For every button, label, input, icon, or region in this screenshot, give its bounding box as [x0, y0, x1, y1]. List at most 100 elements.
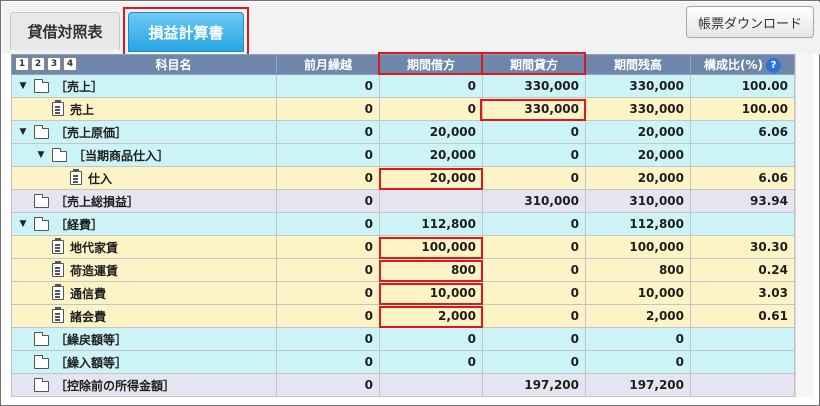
- debit-cell: 100,000: [379, 235, 483, 259]
- account-name: ▼売上: [18, 99, 270, 120]
- carryover-cell: 0: [276, 350, 380, 374]
- credit-cell: 0: [482, 143, 586, 167]
- column-header-ratio: 構成比(%)?: [690, 54, 795, 75]
- level-1-button[interactable]: 1: [15, 57, 29, 71]
- account-label: 通信費: [70, 286, 107, 301]
- carryover-cell: 0: [276, 74, 380, 98]
- account-name-cell[interactable]: ▼［繰入額等］: [11, 350, 277, 374]
- account-label: ［繰入額等］: [55, 355, 128, 370]
- table-row[interactable]: ▼仕入020,000020,0006.06: [11, 166, 795, 190]
- debit-cell: 10,000: [379, 281, 483, 305]
- document-icon: [52, 261, 64, 277]
- balance-cell: 330,000: [585, 97, 691, 121]
- account-name: ▼諸会費: [18, 306, 270, 327]
- carryover-cell: 0: [276, 120, 380, 144]
- ratio-cell: 0.61: [690, 304, 795, 328]
- account-name-cell[interactable]: ▼［売上総損益］: [11, 189, 277, 213]
- table-row[interactable]: ▼［繰入額等］0000: [11, 350, 795, 374]
- account-name: ▼荷造運賃: [18, 260, 270, 281]
- folder-icon: [33, 354, 49, 369]
- account-name-cell[interactable]: ▼ ［売上］: [11, 74, 277, 98]
- column-header-ratio-label: 構成比(%): [704, 58, 763, 72]
- folder-icon: [33, 78, 49, 93]
- ratio-cell: [690, 212, 795, 236]
- account-name-cell[interactable]: ▼仕入: [11, 166, 277, 190]
- carryover-cell: 0: [276, 143, 380, 167]
- account-label: ［売上］: [55, 79, 104, 94]
- balance-cell: 2,000: [585, 304, 691, 328]
- level-2-button[interactable]: 2: [31, 57, 45, 71]
- account-name-cell[interactable]: ▼諸会費: [11, 304, 277, 328]
- table-row[interactable]: ▼通信費010,000010,0003.03: [11, 281, 795, 305]
- carryover-cell: 0: [276, 258, 380, 282]
- table-row[interactable]: ▼［繰戻額等］0000: [11, 327, 795, 351]
- balance-cell: 0: [585, 327, 691, 351]
- carryover-cell: 0: [276, 212, 380, 236]
- ledger-table-container: 1 2 3 4 科目名 前月繰越 期間借方 期間貸方 期間残高 構成比(%)?: [11, 54, 795, 397]
- account-label: 売上: [70, 102, 95, 117]
- debit-cell: [379, 373, 483, 397]
- help-icon[interactable]: ?: [766, 58, 781, 73]
- account-label: ［繰戻額等］: [55, 332, 128, 347]
- expand-toggle-icon[interactable]: ▼: [36, 150, 46, 160]
- table-header-row: 1 2 3 4 科目名 前月繰越 期間借方 期間貸方 期間残高 構成比(%)?: [11, 54, 795, 75]
- credit-cell: 0: [482, 212, 586, 236]
- ratio-cell: 30.30: [690, 235, 795, 259]
- vertical-scrollbar[interactable]: [795, 54, 813, 397]
- account-name-cell[interactable]: ▼ ［当期商品仕入］: [11, 143, 277, 167]
- account-name-cell[interactable]: ▼［控除前の所得金額］: [11, 373, 277, 397]
- column-header-account: 1 2 3 4 科目名: [11, 54, 277, 75]
- account-name: ▼［繰戻額等］: [18, 329, 270, 350]
- account-name-cell[interactable]: ▼［繰戻額等］: [11, 327, 277, 351]
- table-row[interactable]: ▼［売上総損益］0310,000310,00093.94: [11, 189, 795, 213]
- account-label: ［経費］: [55, 217, 104, 232]
- report-download-button[interactable]: 帳票ダウンロード: [686, 6, 814, 38]
- account-name-cell[interactable]: ▼ ［売上原価］: [11, 120, 277, 144]
- account-name: ▼地代家賃: [18, 237, 270, 258]
- level-3-button[interactable]: 3: [47, 57, 61, 71]
- folder-icon: [33, 331, 49, 346]
- column-header-credit: 期間貸方: [482, 54, 586, 75]
- debit-cell: 112,800: [379, 212, 483, 236]
- ratio-cell: 100.00: [690, 74, 795, 98]
- table-row[interactable]: ▼荷造運賃080008000.24: [11, 258, 795, 282]
- credit-cell: 330,000: [482, 74, 586, 98]
- carryover-cell: 0: [276, 327, 380, 351]
- expand-toggle-icon[interactable]: ▼: [18, 81, 28, 91]
- account-name: ▼［控除前の所得金額］: [18, 375, 270, 396]
- account-name-cell[interactable]: ▼ ［経費］: [11, 212, 277, 236]
- table-row[interactable]: ▼［控除前の所得金額］ 0 197,200197,200: [11, 373, 795, 397]
- expand-toggle-icon[interactable]: ▼: [18, 127, 28, 137]
- table-row[interactable]: ▼売上00330,000330,000100.00: [11, 97, 795, 121]
- account-name: ▼ ［売上］: [18, 76, 270, 97]
- account-name-cell[interactable]: ▼荷造運賃: [11, 258, 277, 282]
- table-row[interactable]: ▼地代家賃0100,0000100,00030.30: [11, 235, 795, 259]
- table-row[interactable]: ▼ ［経費］ 0 112,800 0 112,800: [11, 212, 795, 236]
- debit-cell: 20,000: [379, 143, 483, 167]
- level-4-button[interactable]: 4: [63, 57, 77, 71]
- tab-bar: 貸借対照表 損益計算書 帳票ダウンロード: [2, 2, 820, 56]
- credit-cell: 0: [482, 258, 586, 282]
- table-row[interactable]: ▼諸会費02,00002,0000.61: [11, 304, 795, 328]
- expand-toggle-icon[interactable]: ▼: [18, 219, 28, 229]
- ratio-cell: 100.00: [690, 97, 795, 121]
- tab-balance-sheet[interactable]: 貸借対照表: [10, 12, 120, 50]
- carryover-cell: 0: [276, 97, 380, 121]
- ratio-cell: 93.94: [690, 189, 795, 213]
- account-label: 仕入: [88, 171, 113, 186]
- table-row[interactable]: ▼ ［当期商品仕入］ 0 20,000 0 20,000: [11, 143, 795, 167]
- tab-income-statement[interactable]: 損益計算書: [128, 12, 244, 52]
- ledger-table: 1 2 3 4 科目名 前月繰越 期間借方 期間貸方 期間残高 構成比(%)?: [11, 54, 795, 397]
- ratio-cell: [690, 350, 795, 374]
- account-name-cell[interactable]: ▼通信費: [11, 281, 277, 305]
- column-header-carryover: 前月繰越: [276, 54, 380, 75]
- credit-cell: 0: [482, 304, 586, 328]
- ratio-cell: 3.03: [690, 281, 795, 305]
- table-row[interactable]: ▼ ［売上］ 0 0 330,000 330,000 100.00: [11, 74, 795, 98]
- account-name: ▼ ［売上原価］: [18, 122, 270, 143]
- balance-cell: 20,000: [585, 120, 691, 144]
- account-name-cell[interactable]: ▼地代家賃: [11, 235, 277, 259]
- ratio-cell: 0.24: [690, 258, 795, 282]
- account-name-cell[interactable]: ▼売上: [11, 97, 277, 121]
- table-row[interactable]: ▼ ［売上原価］ 0 20,000 0 20,000 6.06: [11, 120, 795, 144]
